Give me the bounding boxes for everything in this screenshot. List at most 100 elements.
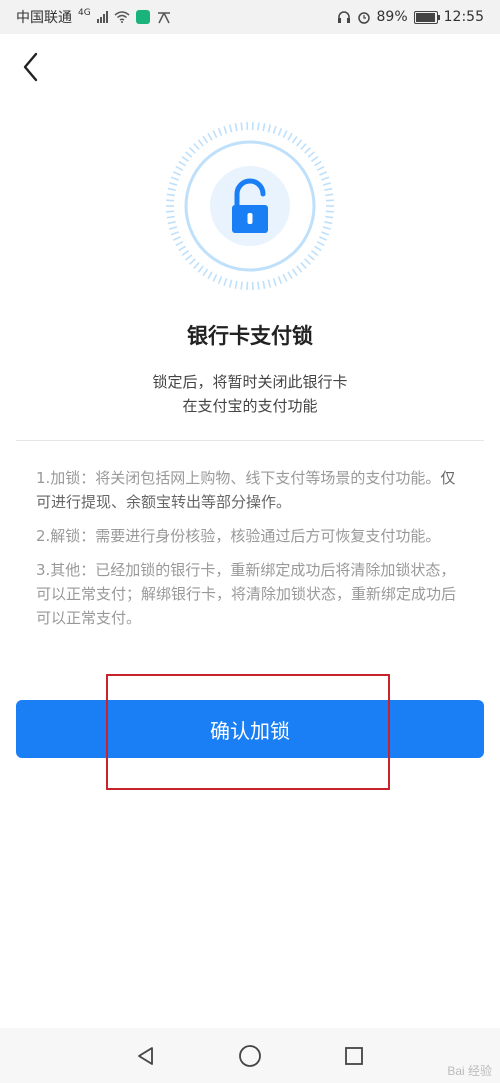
lock-ring-tick — [223, 125, 228, 134]
rule-item-1: 1.加锁：将关闭包括网上购物、线下支付等场景的支付功能。仅可进行提现、余额宝转出… — [36, 466, 464, 514]
lock-ring-tick — [282, 130, 288, 139]
lock-ring-tick — [287, 271, 293, 280]
lock-ring-tick — [228, 279, 233, 288]
rule-2-text: 2.解锁：需要进行身份核验，核验通过后方可恢复支付功能。 — [36, 527, 441, 545]
carrier-name: 中国联通 — [16, 10, 72, 26]
lock-ring-tick — [170, 176, 179, 181]
app-notification-icon-2 — [157, 12, 170, 24]
confirm-lock-button[interactable]: 确认加锁 — [16, 700, 484, 758]
lock-ring-tick — [207, 132, 213, 141]
lock-ring-tick — [311, 250, 319, 257]
circle-home-icon — [239, 1044, 261, 1067]
lock-ring-tick — [228, 124, 233, 133]
lock-ring-tick — [178, 160, 186, 167]
lock-ring-tick — [314, 245, 322, 252]
lock-ring-tick — [234, 123, 238, 132]
lock-ring-tick — [300, 261, 307, 269]
unlocked-padlock-icon — [166, 122, 334, 290]
lock-ring-tick — [325, 199, 334, 202]
nav-home-button[interactable] — [235, 1041, 265, 1071]
lock-ring-tick — [181, 155, 189, 162]
lock-ring-tick — [193, 143, 200, 151]
lock-ring-tick — [324, 221, 333, 225]
lock-ring-tick — [287, 132, 293, 141]
lock-ring-tick — [212, 130, 218, 139]
square-recent-icon — [345, 1046, 363, 1065]
lock-ring-tick — [202, 135, 209, 144]
signal-icon — [96, 11, 108, 23]
lock-ring-tick — [240, 281, 243, 290]
divider — [16, 440, 484, 441]
rule-3-text: 3.其他：已经加锁的银行卡，重新绑定成功后将清除加锁状态，可以正常支付；解绑银行… — [36, 561, 457, 627]
lock-ring-tick — [316, 165, 325, 172]
lock-ring-tick — [166, 193, 175, 197]
lock-ring-tick — [296, 265, 303, 273]
lock-ring-tick — [169, 226, 178, 230]
lock-ring-tick — [217, 276, 223, 285]
lock-ring-tick — [262, 280, 266, 289]
lock-ring-tick — [304, 147, 311, 154]
nav-recent-button[interactable] — [339, 1041, 369, 1071]
page-title: 银行卡支付锁 — [187, 324, 313, 348]
lock-ring-tick — [175, 165, 184, 172]
lock-ring-tick — [166, 199, 175, 202]
lock-ring-tick — [207, 271, 213, 280]
lock-ring-tick — [277, 127, 283, 136]
app-notification-icon — [135, 10, 150, 24]
lock-ring-tick — [166, 210, 175, 213]
lock-ring-tick — [296, 139, 303, 147]
lock-ring-tick — [311, 155, 319, 162]
lock-ring-tick — [282, 273, 288, 282]
lock-ring-tick — [257, 281, 260, 290]
alarm-icon — [357, 12, 370, 24]
back-button[interactable] — [18, 50, 46, 84]
lock-ring-tick — [325, 193, 334, 197]
lock-ring-tick — [166, 215, 175, 219]
lock-ring-tick — [277, 276, 283, 285]
lock-illustration — [160, 116, 340, 296]
lock-ring-tick — [167, 187, 176, 191]
rules-list: 1.加锁：将关闭包括网上购物、线下支付等场景的支付功能。仅可进行提现、余额宝转出… — [36, 466, 464, 640]
lock-ring-tick — [170, 231, 179, 236]
lock-ring-tick — [262, 123, 266, 132]
lock-ring-tick — [234, 280, 238, 289]
lock-ring-tick — [322, 226, 331, 230]
status-left: 中国联通 4G — [16, 7, 172, 27]
clock: 12:55 — [443, 9, 484, 25]
lock-ring-tick — [189, 258, 196, 265]
battery-icon — [413, 10, 440, 24]
lock-ring-tick — [307, 254, 315, 261]
lock-ring-tick — [291, 268, 298, 277]
lock-ring-tick — [202, 268, 209, 277]
lock-ring-tick — [319, 171, 328, 176]
nav-back-button[interactable] — [131, 1041, 161, 1071]
lock-ring-tick — [319, 236, 328, 241]
lock-ring-tick — [175, 240, 184, 247]
lock-ring-tick — [324, 187, 333, 191]
battery-percent: 89% — [376, 9, 408, 25]
status-right: 89% 12:55 — [337, 9, 484, 25]
watermark-text: Bai 经验 — [447, 1064, 492, 1078]
lock-ring-tick — [304, 258, 311, 265]
status-bar: 中国联通 4G 89% 12:55 — [0, 0, 500, 34]
lock-ring-tick — [212, 273, 218, 282]
lock-ring-tick — [267, 124, 272, 133]
triangle-back-icon — [138, 1046, 153, 1065]
lock-ring-tick — [257, 122, 260, 131]
lock-ring-tick — [193, 261, 200, 269]
lock-ring-tick — [291, 135, 298, 144]
lock-ring-tick — [316, 240, 325, 247]
system-nav-bar — [0, 1028, 500, 1083]
lock-ring-tick — [172, 171, 181, 176]
subtitle-line-1: 锁定后，将暂时关闭此银行卡 — [152, 373, 348, 391]
lock-ring-tick — [272, 278, 277, 287]
lock-ring-tick — [178, 245, 186, 252]
lock-ring-tick — [181, 250, 189, 257]
lock-ring-tick — [223, 278, 228, 287]
wifi-icon — [114, 11, 130, 23]
lock-ring-tick — [307, 151, 315, 158]
headset-icon — [337, 11, 350, 23]
lock-ring-tick — [321, 176, 330, 181]
chevron-left-icon — [23, 52, 38, 82]
lock-ring-tick — [197, 139, 204, 147]
